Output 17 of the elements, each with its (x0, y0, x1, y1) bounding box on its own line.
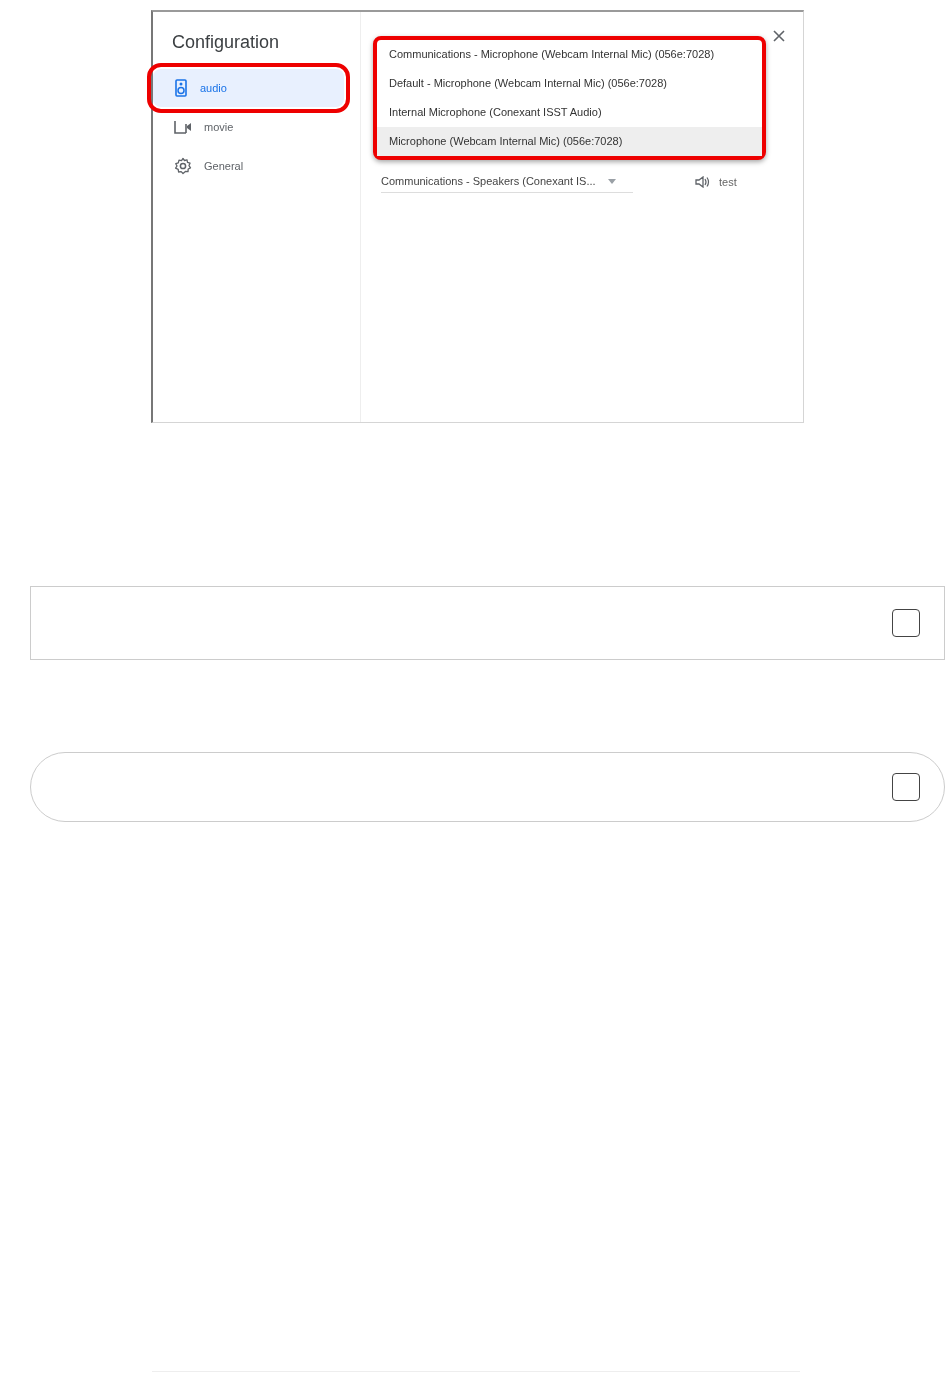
speaker-select[interactable]: Communications - Speakers (Conexant IS... (381, 170, 633, 193)
speaker-icon (695, 175, 711, 188)
gear-icon (174, 157, 192, 175)
checkbox[interactable] (892, 773, 920, 801)
checkbox[interactable] (892, 609, 920, 637)
menu-option[interactable]: Default - Microphone (Webcam Internal Mic) (056e:7028) (377, 69, 762, 98)
sidebar-item[interactable]: movie (153, 108, 360, 146)
speaker-icon (174, 79, 188, 97)
test-button[interactable]: test (695, 175, 737, 188)
menu-option[interactable]: Communications - Microphone (Webcam Internal Mic) (056e:7028) (377, 40, 762, 69)
sidebar-item[interactable]: General (153, 147, 360, 185)
video-camera-icon (174, 120, 192, 134)
menu-option[interactable]: Internal Microphone (Conexant ISST Audio) (377, 98, 762, 127)
close-icon[interactable] (773, 30, 785, 42)
dropdown-caret-icon (607, 178, 616, 184)
dialog-title: Configuration (172, 32, 281, 53)
menu-option[interactable]: Microphone (Webcam Internal Mic) (056e:7028) (377, 127, 762, 156)
